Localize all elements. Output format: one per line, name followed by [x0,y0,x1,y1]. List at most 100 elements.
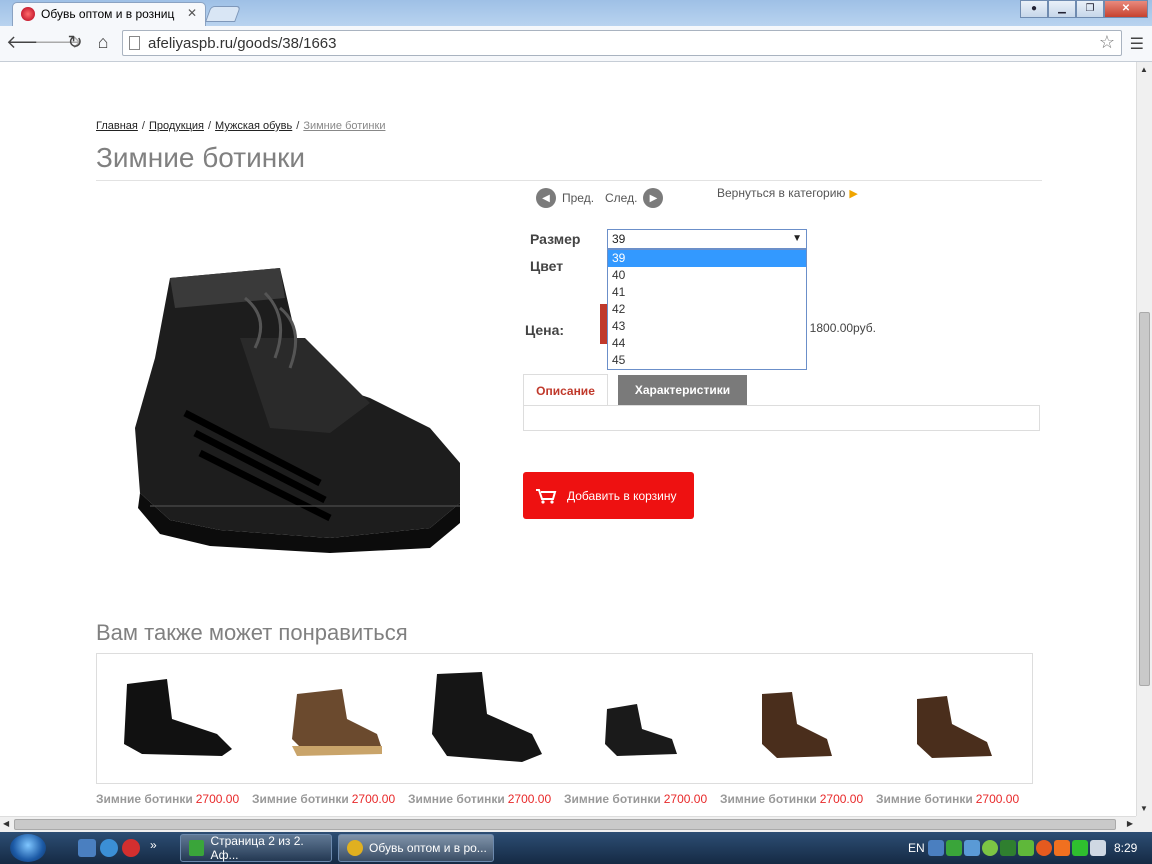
scroll-right-icon[interactable]: ▶ [1127,819,1133,828]
size-option[interactable]: 43 [608,318,806,335]
breadcrumb-home[interactable]: Главная [96,120,138,132]
recommended-product-image[interactable] [577,664,707,774]
opera-icon[interactable] [122,839,140,857]
recommended-product-image[interactable] [112,664,242,774]
breadcrumb-separator: / [207,120,212,132]
tray-icon[interactable] [1054,840,1070,856]
taskbar-item[interactable]: Страница 2 из 2. Аф... [180,834,332,862]
recommended-product-price: 2700.00 [507,792,552,806]
size-option[interactable]: 40 [608,267,806,284]
breadcrumb-current[interactable]: Зимние ботинки [303,120,385,132]
tab-title: Обувь оптом и в розниц [41,7,175,21]
back-to-category-label: Вернуться в категорию [717,186,846,200]
recommended-product-image[interactable] [887,664,1017,774]
browser-titlebar: Обувь оптом и в розниц ✕ ● ▁ ❐ ✕ [0,0,1152,26]
recommended-product-caption[interactable]: Зимние ботинки 2700.00 [564,792,707,806]
explorer-icon[interactable] [78,839,96,857]
user-icon[interactable]: ● [1020,0,1048,18]
windows-taskbar: » Страница 2 из 2. Аф... Обувь оптом и в… [0,832,1152,864]
vertical-scroll-thumb[interactable] [1139,312,1150,686]
prev-label: Пред. [562,191,595,205]
forward-arrow-icon[interactable]: 🡒 [34,32,82,53]
breadcrumb-mens-shoes[interactable]: Мужская обувь [215,120,292,132]
url-text: afeliyaspb.ru/goods/38/1663 [148,35,337,52]
tray-icon[interactable] [1036,840,1052,856]
menu-icon[interactable]: ☰ [1130,34,1144,54]
back-to-category-link[interactable]: Вернуться в категорию ▶ [717,186,858,200]
size-option[interactable]: 42 [608,301,806,318]
page-title: Зимние ботинки [96,142,306,173]
taskbar-item-label: Обувь оптом и в ро... [369,841,487,855]
quicklaunch-overflow-icon[interactable]: » [150,838,157,852]
size-option[interactable]: 39 [608,250,806,267]
language-indicator[interactable]: EN [908,841,925,855]
bookmark-star-icon[interactable]: ☆ [1099,32,1115,53]
tab-specs[interactable]: Характеристики [618,375,747,406]
recommendations-title: Вам также может понравиться [96,620,408,645]
network-icon[interactable] [964,840,980,856]
horizontal-scroll-thumb[interactable] [14,819,1116,830]
recommended-product-caption[interactable]: Зимние ботинки 2700.00 [876,792,1019,806]
address-bar[interactable]: afeliyaspb.ru/goods/38/1663 ☆ [122,30,1122,56]
recommended-product-caption[interactable]: Зимние ботинки 2700.00 [96,792,239,806]
minimize-button[interactable]: ▁ [1048,0,1076,18]
size-option[interactable]: 44 [608,335,806,352]
start-button[interactable] [10,834,46,862]
breadcrumb-separator: / [296,120,300,132]
app-icon [189,840,205,856]
product-tabs: Описание Характеристики [523,374,1040,431]
window-controls: ● ▁ ❐ ✕ [1020,0,1148,18]
recommended-product-image[interactable] [732,664,862,774]
maximize-button[interactable]: ❐ [1076,0,1104,18]
site-favicon-icon [21,7,35,21]
ie-icon[interactable] [100,839,118,857]
next-product-link[interactable]: След. ▶ [605,188,664,208]
tab-description[interactable]: Описание [523,374,608,406]
clock[interactable]: 8:29 [1114,841,1137,855]
browser-tab-active[interactable]: Обувь оптом и в розниц ✕ [12,2,206,26]
recommended-product-price: 2700.00 [975,792,1020,806]
volume-icon[interactable] [1090,840,1106,856]
product-image[interactable] [130,238,470,558]
prev-product-link[interactable]: ◀ Пред. [536,188,594,208]
breadcrumb-products[interactable]: Продукция [149,120,204,132]
taskbar-item[interactable]: Обувь оптом и в ро... [338,834,494,862]
page-icon [129,36,140,50]
tray-icon[interactable] [982,840,998,856]
tab-close-icon[interactable]: ✕ [187,6,197,20]
recommended-product-name: Зимние ботинки [252,792,349,806]
tray-icon[interactable] [946,840,962,856]
recommended-product-name: Зимние ботинки [564,792,661,806]
size-option[interactable]: 45 [608,352,806,369]
chrome-icon [347,840,363,856]
screen: Обувь оптом и в розниц ✕ ● ▁ ❐ ✕ 🡐 🡒 ↻ ⌂… [0,0,1152,864]
size-option[interactable]: 41 [608,284,806,301]
size-selected-value: 39 [612,232,626,246]
browser-toolbar: 🡐 🡒 ↻ ⌂ afeliyaspb.ru/goods/38/1663 ☆ ☰ [0,26,1152,62]
recommended-product-image[interactable] [267,664,397,774]
horizontal-scrollbar[interactable]: ◀ ▶ [0,816,1136,832]
title-divider [96,180,1042,181]
back-arrow-icon[interactable]: 🡐 [6,32,54,53]
recommended-product-price: 2700.00 [819,792,864,806]
reload-icon[interactable]: ↻ [64,32,86,53]
new-tab-button[interactable] [205,6,241,22]
scroll-left-icon[interactable]: ◀ [3,819,9,828]
recommended-product-caption[interactable]: Зимние ботинки 2700.00 [720,792,863,806]
scroll-up-icon[interactable]: ▲ [1140,65,1148,74]
tray-icon[interactable] [1072,840,1088,856]
home-icon[interactable]: ⌂ [92,32,114,53]
recommended-product-caption[interactable]: Зимние ботинки 2700.00 [252,792,395,806]
recommended-product-caption[interactable]: Зимние ботинки 2700.00 [408,792,551,806]
size-select[interactable]: 39 ▼ [607,229,807,249]
scroll-down-icon[interactable]: ▼ [1140,804,1148,813]
taskbar-item-label: Страница 2 из 2. Аф... [210,834,304,862]
add-to-cart-button[interactable]: Добавить в корзину [523,472,694,519]
tray-icon[interactable] [1018,840,1034,856]
tray-icon[interactable] [928,840,944,856]
close-button[interactable]: ✕ [1104,0,1148,18]
tray-icon[interactable] [1000,840,1016,856]
vertical-scrollbar[interactable]: ▲ ▼ [1136,62,1152,816]
recommended-product-image[interactable] [422,664,552,774]
size-label: Размер [530,231,581,247]
